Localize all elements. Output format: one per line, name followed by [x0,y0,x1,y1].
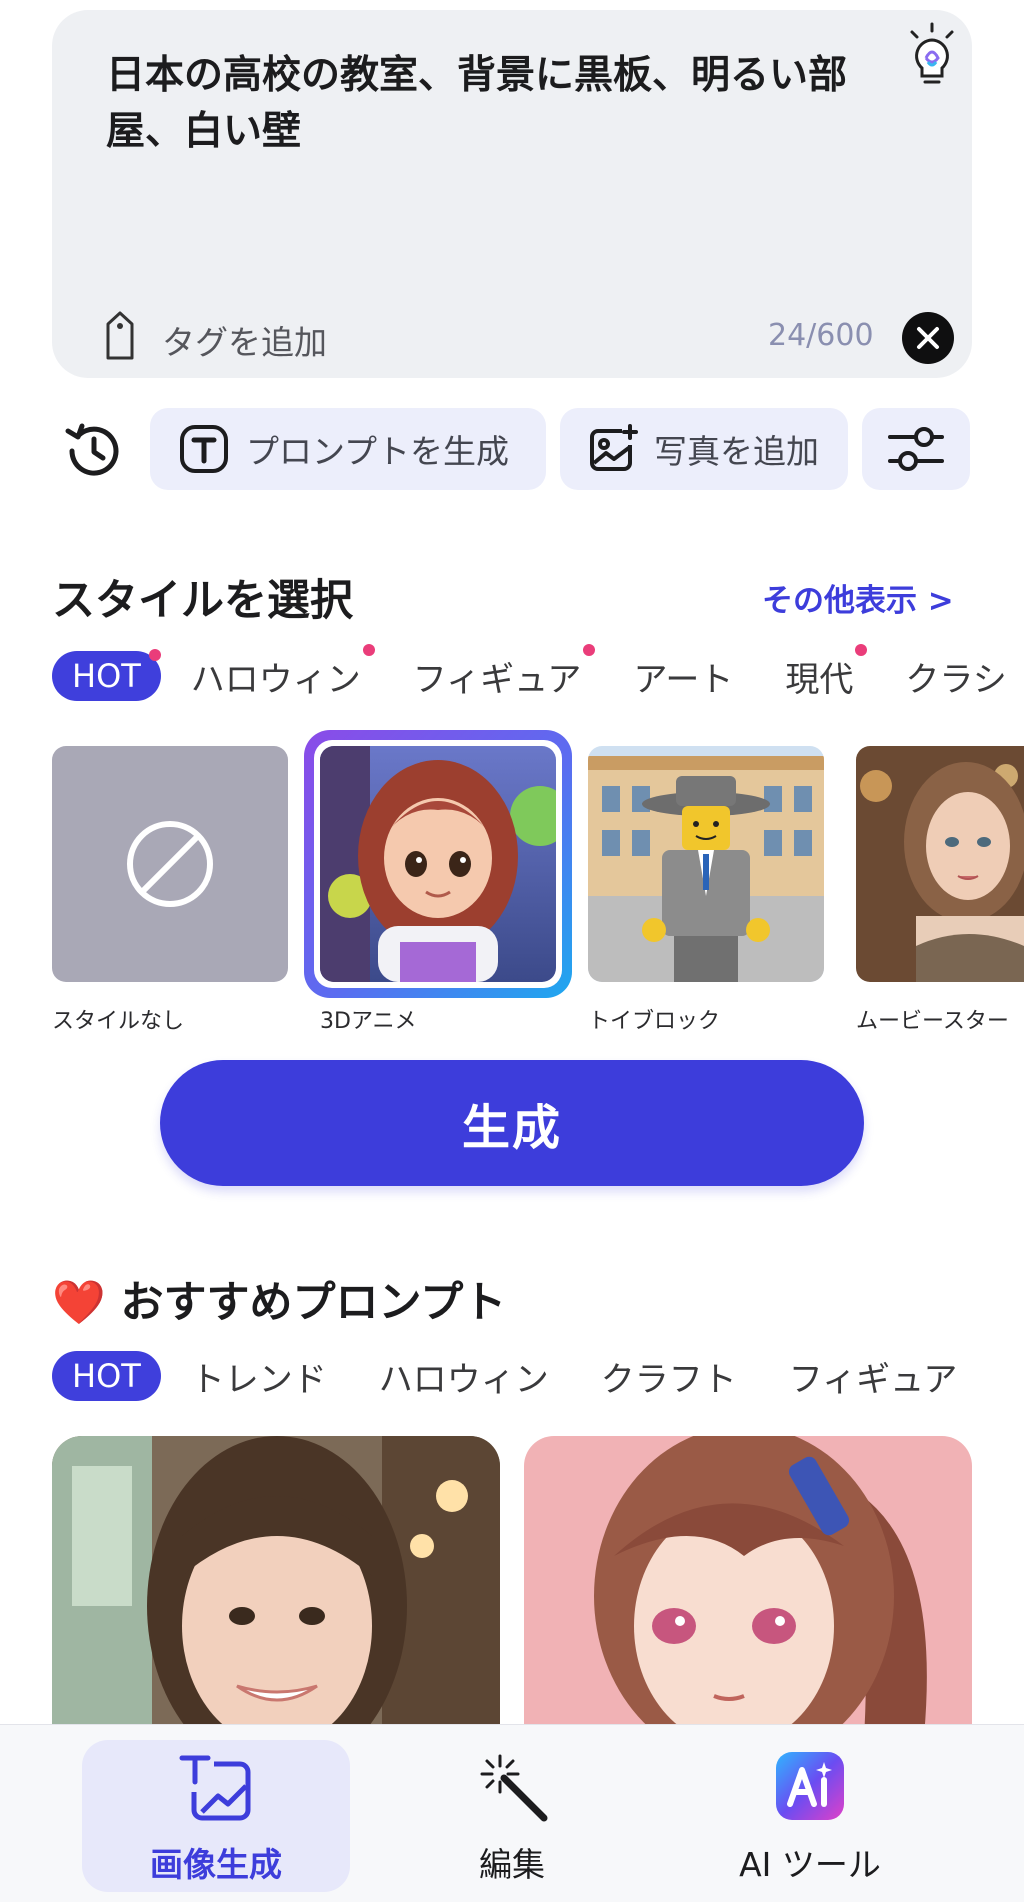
nav-label-edit: 編集 [479,1845,545,1884]
style-card-label: スタイルなし [52,1009,185,1034]
rec-tab-halloween[interactable]: ハロウィン [379,1352,549,1401]
tab-modern[interactable]: 現代 [785,643,868,701]
prompt-box[interactable]: 日本の高校の教室、背景に黒板、明るい部屋、白い壁 タグを追加 24/600 [52,10,972,378]
recommended-item[interactable] [52,1436,500,1736]
add-photo-button[interactable]: 写真を追加 [560,408,848,490]
tab-figure[interactable]: フィギュア [413,643,596,701]
recommended-section-title: ❤️ おすすめプロンプト [52,1278,507,1328]
char-counter: 24/600 [768,318,874,353]
tab-classic[interactable]: クラシ [905,652,1006,701]
style-card-label: ムービースター [856,1009,1009,1034]
style-card-movie-star[interactable] [856,746,1024,982]
ai-tools-icon [776,1752,844,1820]
lightbulb-icon[interactable] [904,22,960,92]
rec-tab-hot[interactable]: HOT [52,1351,161,1401]
generate-button[interactable]: 生成 [160,1060,864,1186]
style-card-none[interactable] [52,746,288,982]
movie-star-thumbnail [856,746,1024,982]
toy-block-thumbnail [588,746,824,982]
new-dot [855,643,868,656]
new-dot [148,649,161,661]
tag-icon[interactable] [100,310,140,362]
rec-tab-craft[interactable]: クラフト [601,1352,737,1401]
clear-button[interactable] [902,312,954,364]
generate-prompt-button[interactable]: プロンプトを生成 [150,408,546,490]
image-generate-icon [179,1755,251,1821]
style-card-toy-block[interactable] [588,746,824,982]
add-photo-icon [590,424,638,471]
nav-item-image-generate[interactable]: 画像生成 [82,1740,350,1892]
generate-prompt-label: プロンプトを生成 [246,432,510,471]
rec-tab-figure[interactable]: フィギュア [789,1352,958,1401]
new-dot [362,643,375,656]
add-photo-label: 写真を追加 [654,432,819,471]
new-dot [583,643,596,656]
3d-anime-thumbnail [320,746,556,982]
style-card-3d-anime[interactable] [320,746,556,982]
text-prompt-icon [180,425,228,473]
close-icon [917,327,939,349]
history-icon[interactable] [58,415,130,487]
no-style-icon [127,821,213,907]
sliders-icon [888,427,944,471]
prompt-text[interactable]: 日本の高校の教室、背景に黒板、明るい部屋、白い壁 [106,48,906,160]
recommended-photo-portrait [52,1436,500,1736]
style-tabs: HOT ハロウィン フィギュア アート 現代 クラシ [52,643,1024,701]
tab-art[interactable]: アート [633,652,733,701]
add-tag-label[interactable]: タグを追加 [162,316,327,364]
nav-label-image-generate: 画像生成 [150,1845,282,1884]
nav-item-edit[interactable]: 編集 [402,1740,622,1892]
style-section-title: スタイルを選択 [52,576,353,626]
tab-hot[interactable]: HOT [52,649,161,701]
recommended-tabs: HOT トレンド ハロウィン クラフト フィギュア [52,1351,957,1401]
recommended-photo-anime [524,1436,972,1736]
nav-label-ai-tools: AI ツール [739,1845,881,1884]
nav-item-ai-tools[interactable]: AI ツール [690,1740,930,1892]
heart-icon: ❤️ [52,1278,106,1328]
style-card-label: トイブロック [588,1009,721,1034]
recommended-item[interactable] [524,1436,972,1736]
tab-halloween[interactable]: ハロウィン [191,643,375,701]
magic-wand-icon [480,1754,548,1822]
style-card-label: 3Dアニメ [320,1009,417,1034]
rec-tab-trend[interactable]: トレンド [191,1352,327,1401]
settings-button[interactable] [862,408,970,490]
show-more-link[interactable]: その他表示 > [762,575,954,620]
generate-label: 生成 [461,1100,562,1156]
